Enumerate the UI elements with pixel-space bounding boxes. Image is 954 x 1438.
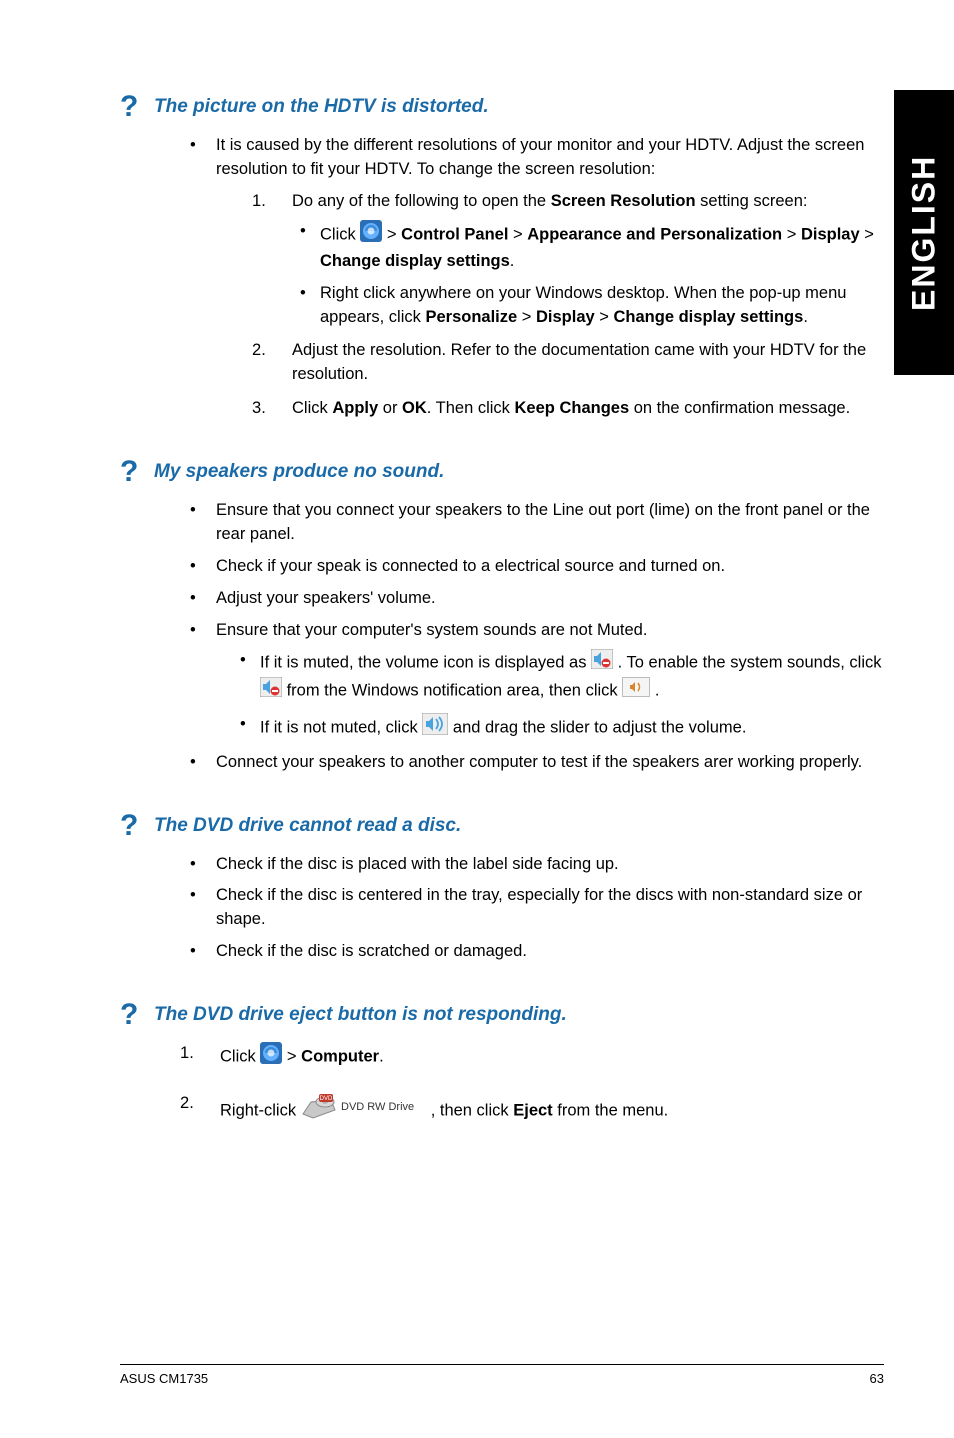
body-text: > bbox=[860, 225, 874, 243]
section-heading: The DVD drive eject button is not respon… bbox=[154, 1004, 567, 1026]
body-text: If it is not muted, click bbox=[260, 718, 422, 736]
numbered-item: Do any of the following to open the Scre… bbox=[252, 190, 884, 330]
body-text: Connect your speakers to another compute… bbox=[216, 753, 862, 771]
sub-list-item: Right click anywhere on your Windows des… bbox=[296, 282, 884, 330]
svg-text:DVD RW Drive: DVD RW Drive bbox=[341, 1101, 414, 1113]
body-text: Adjust your speakers' volume. bbox=[216, 589, 436, 607]
section-heading: My speakers produce no sound. bbox=[154, 461, 444, 483]
body-text: Check if your speak is connected to a el… bbox=[216, 557, 725, 575]
numbered-item: Right-click DVDDVD RW Drive, then click … bbox=[180, 1092, 884, 1130]
volume-mixer-icon bbox=[622, 677, 650, 705]
section-no-sound: ? My speakers produce no sound. Ensure t… bbox=[120, 455, 884, 774]
bold-text: Change display settings bbox=[320, 252, 510, 270]
body-text: Ensure that your computer's system sound… bbox=[216, 621, 647, 639]
document-page: ENGLISH ? The picture on the HDTV is dis… bbox=[0, 0, 954, 1438]
list-item: Adjust your speakers' volume. bbox=[180, 587, 884, 611]
body-text: and drag the slider to adjust the volume… bbox=[448, 718, 746, 736]
sub-list-item: If it is not muted, click and drag the s… bbox=[236, 713, 884, 743]
body-text: Do any of the following to open the bbox=[292, 192, 551, 210]
bold-text: Appearance and Personalization bbox=[527, 225, 782, 243]
speaker-icon bbox=[422, 713, 448, 743]
list-item: Check if the disc is centered in the tra… bbox=[180, 884, 884, 932]
body-text: setting screen: bbox=[696, 192, 808, 210]
body-text: from the Windows notification area, then… bbox=[282, 681, 622, 699]
footer-page-number: 63 bbox=[870, 1371, 884, 1386]
body-text: If it is muted, the volume icon is displ… bbox=[260, 653, 591, 671]
list-item: Check if the disc is placed with the lab… bbox=[180, 853, 884, 877]
body-text: . To enable the system sounds, click bbox=[613, 653, 881, 671]
svg-text:DVD: DVD bbox=[319, 1096, 332, 1102]
bold-text: Display bbox=[801, 225, 860, 243]
body-text: . bbox=[803, 308, 808, 326]
sub-list-item: Click > Control Panel > Appearance and P… bbox=[296, 220, 884, 274]
list-item: Check if the disc is scratched or damage… bbox=[180, 940, 884, 964]
bold-text: Change display settings bbox=[614, 308, 804, 326]
body-text: from the menu. bbox=[553, 1101, 669, 1119]
numbered-item: Adjust the resolution. Refer to the docu… bbox=[252, 339, 884, 387]
numbered-item: Click Apply or OK. Then click Keep Chang… bbox=[252, 397, 884, 421]
list-item: Check if your speak is connected to a el… bbox=[180, 555, 884, 579]
numbered-item: Click > Computer. bbox=[180, 1042, 884, 1072]
bold-text: Computer bbox=[301, 1048, 379, 1066]
body-text: Check if the disc is centered in the tra… bbox=[216, 886, 862, 928]
section-heading: The picture on the HDTV is distorted. bbox=[154, 96, 489, 118]
start-orb-icon bbox=[260, 1042, 282, 1072]
question-mark-icon: ? bbox=[120, 455, 154, 489]
bold-text: Control Panel bbox=[401, 225, 508, 243]
list-item: Connect your speakers to another compute… bbox=[180, 751, 884, 775]
list-item: Ensure that your computer's system sound… bbox=[180, 619, 884, 743]
body-text: > bbox=[782, 225, 801, 243]
sub-list-item: If it is muted, the volume icon is displ… bbox=[236, 649, 884, 705]
section-dvd-read: ? The DVD drive cannot read a disc. Chec… bbox=[120, 809, 884, 965]
section-hdtv-distorted: ? The picture on the HDTV is distorted. … bbox=[120, 90, 884, 421]
body-text: . Then click bbox=[427, 399, 515, 417]
bold-text: OK bbox=[402, 399, 427, 417]
page-footer: ASUS CM1735 63 bbox=[120, 1364, 884, 1386]
body-text: Check if the disc is placed with the lab… bbox=[216, 855, 619, 873]
speaker-muted-icon bbox=[591, 649, 613, 677]
dvd-rw-drive-icon: DVD DVD RW Drive bbox=[301, 1092, 431, 1130]
bold-text: Screen Resolution bbox=[551, 192, 696, 210]
bold-text: Keep Changes bbox=[515, 399, 630, 417]
bold-text: Display bbox=[536, 308, 595, 326]
body-text: > bbox=[382, 225, 401, 243]
body-text: . bbox=[510, 252, 515, 270]
body-text: or bbox=[378, 399, 402, 417]
body-text: > bbox=[282, 1048, 301, 1066]
question-mark-icon: ? bbox=[120, 998, 154, 1032]
section-dvd-eject: ? The DVD drive eject button is not resp… bbox=[120, 998, 884, 1130]
body-text: > bbox=[595, 308, 614, 326]
body-text: > bbox=[508, 225, 527, 243]
body-text: > bbox=[517, 308, 536, 326]
list-item: It is caused by the different resolution… bbox=[180, 134, 884, 421]
question-mark-icon: ? bbox=[120, 90, 154, 124]
body-text: , then click bbox=[431, 1101, 514, 1119]
language-tab: ENGLISH bbox=[894, 90, 954, 375]
start-orb-icon bbox=[360, 220, 382, 250]
body-text: Adjust the resolution. Refer to the docu… bbox=[292, 341, 866, 383]
body-text: Ensure that you connect your speakers to… bbox=[216, 501, 870, 543]
body-text: Click bbox=[220, 1048, 260, 1066]
bold-text: Personalize bbox=[425, 308, 517, 326]
footer-model: ASUS CM1735 bbox=[120, 1371, 208, 1386]
body-text: Click bbox=[292, 399, 332, 417]
question-mark-icon: ? bbox=[120, 809, 154, 843]
body-text: Right-click bbox=[220, 1101, 301, 1119]
bold-text: Apply bbox=[332, 399, 378, 417]
body-text: . bbox=[379, 1048, 384, 1066]
bold-text: Eject bbox=[513, 1101, 552, 1119]
list-item: Ensure that you connect your speakers to… bbox=[180, 499, 884, 547]
body-text: Click bbox=[320, 225, 360, 243]
body-text: Check if the disc is scratched or damage… bbox=[216, 942, 527, 960]
speaker-muted-icon bbox=[260, 677, 282, 705]
body-text: It is caused by the different resolution… bbox=[216, 136, 864, 178]
section-heading: The DVD drive cannot read a disc. bbox=[154, 815, 461, 837]
body-text: on the confirmation message. bbox=[629, 399, 850, 417]
body-text: . bbox=[650, 681, 659, 699]
